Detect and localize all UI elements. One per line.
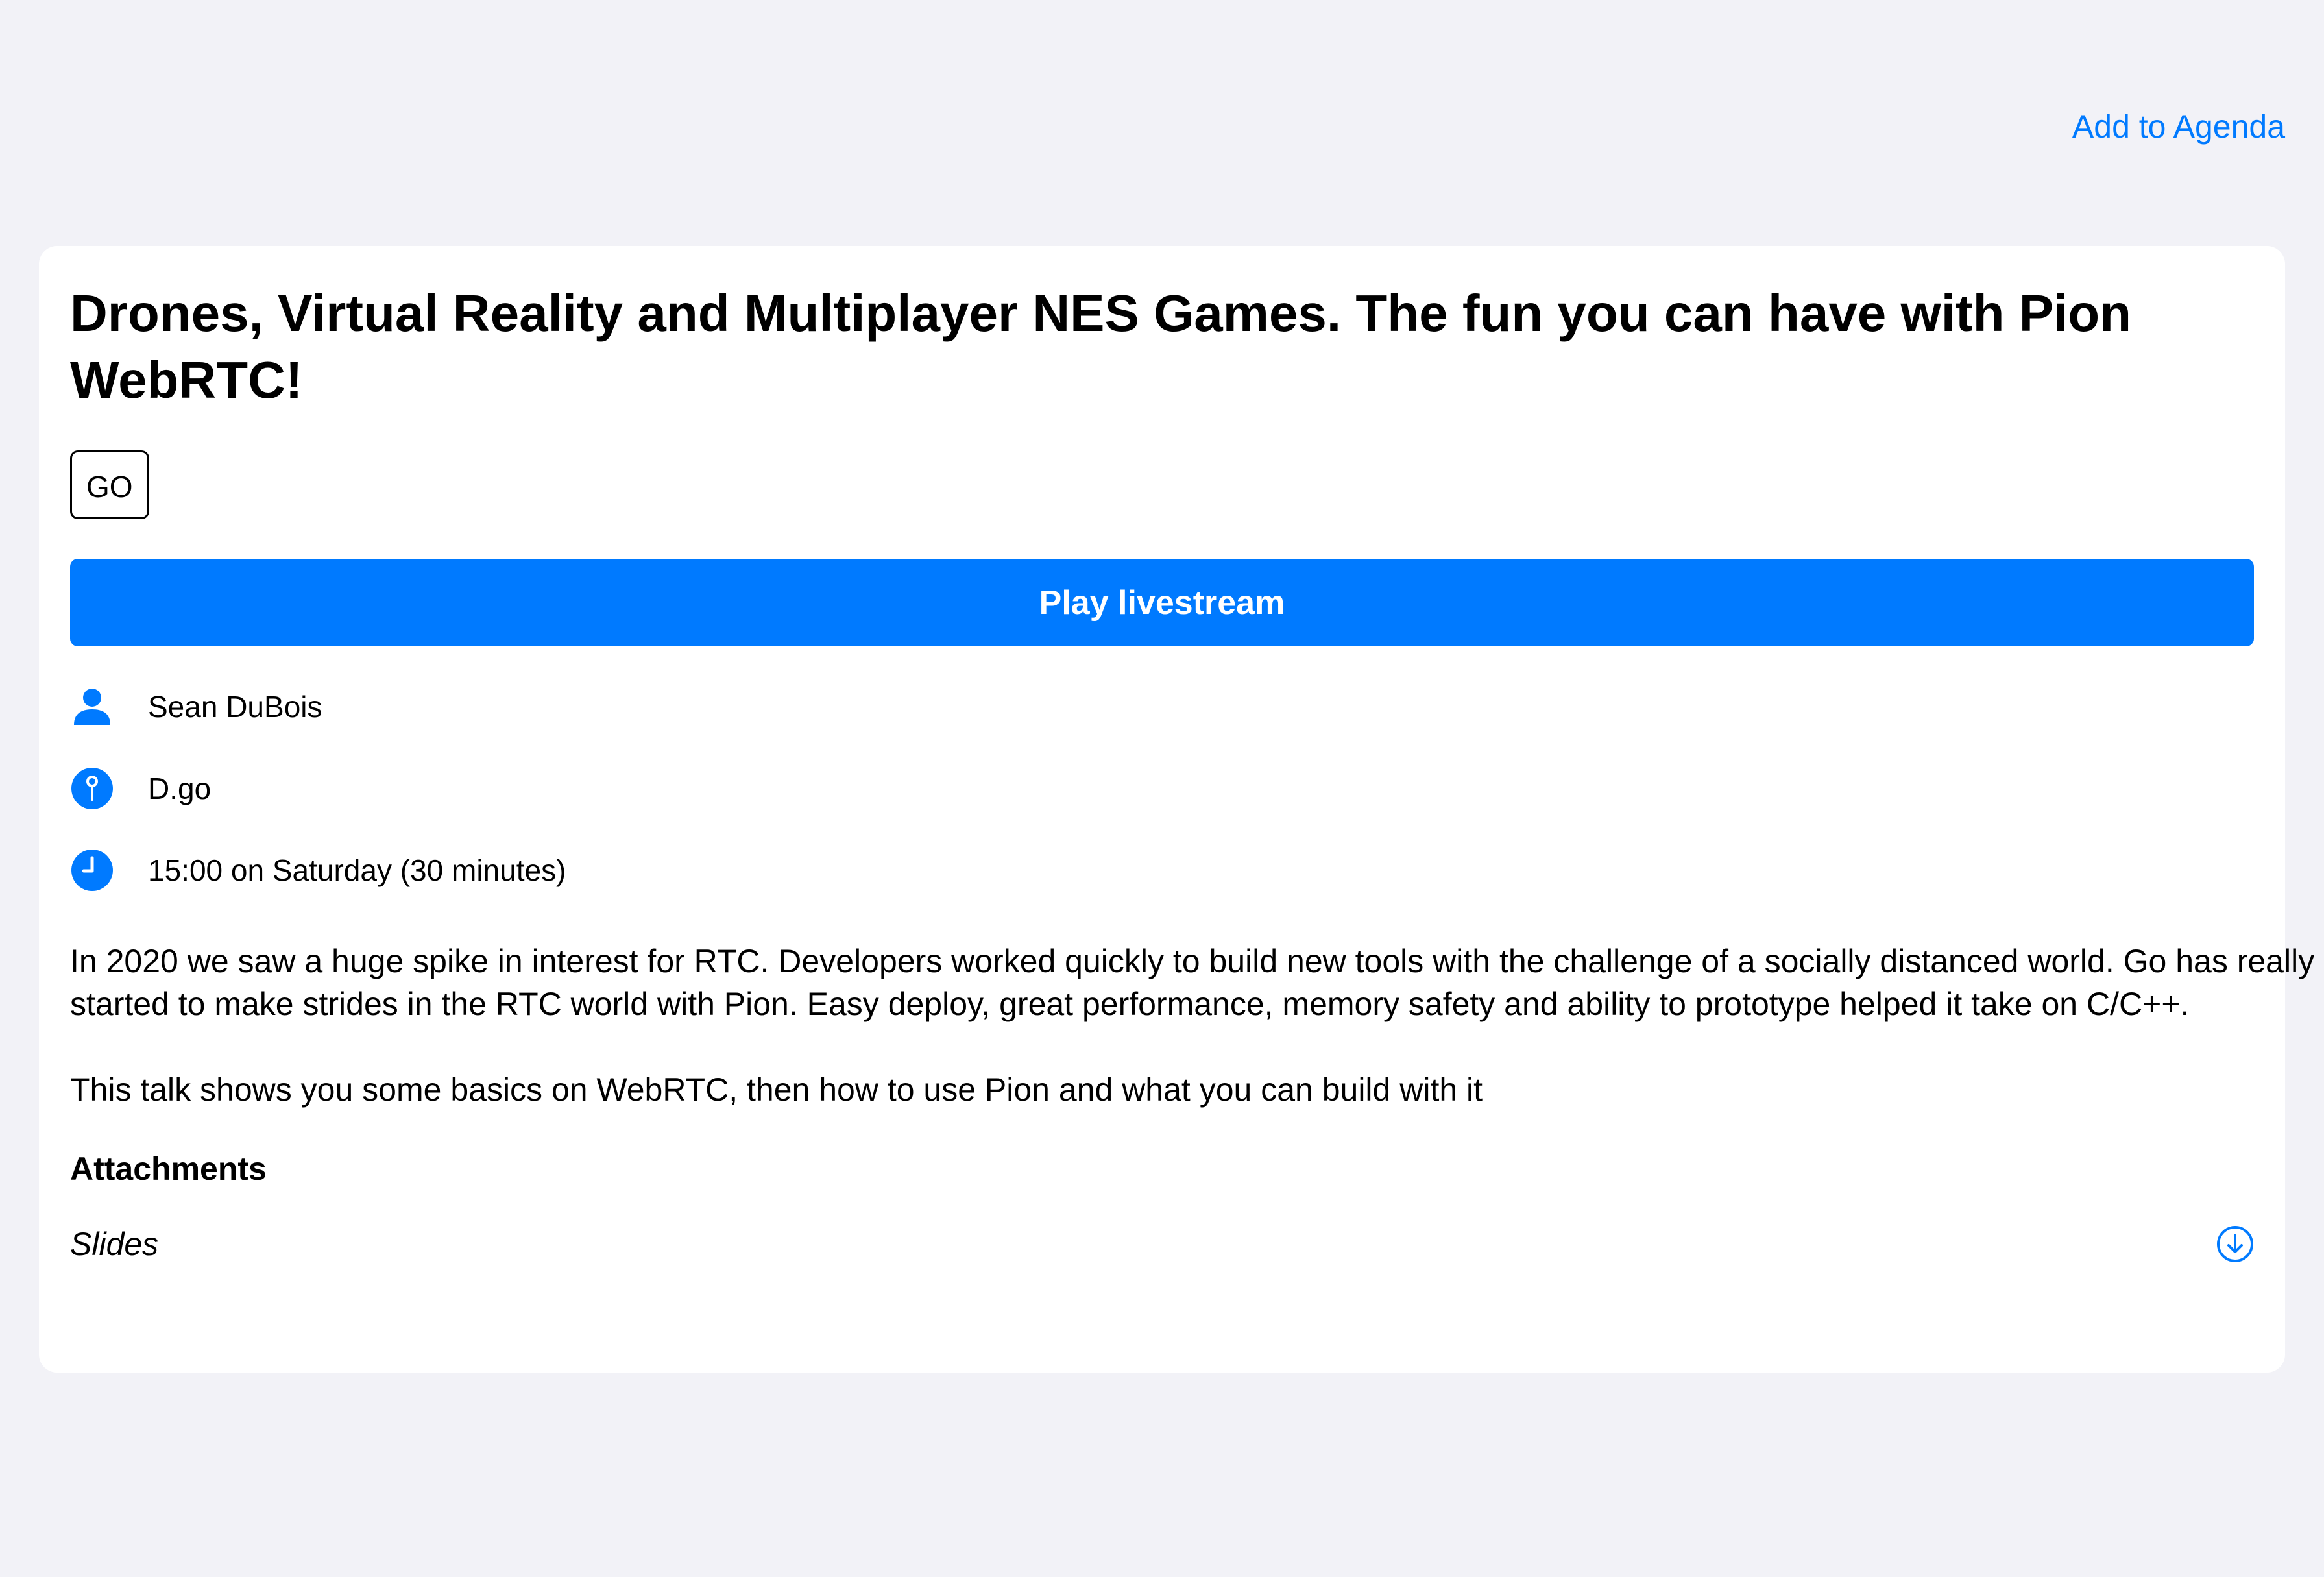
- add-to-agenda-button[interactable]: Add to Agenda: [2072, 110, 2285, 143]
- description-paragraph-1: In 2020 we saw a huge spike in interest …: [70, 943, 2315, 1022]
- talk-time: 15:00 on Saturday (30 minutes): [148, 853, 566, 887]
- description-paragraph-2: This talk shows you some basics on WebRT…: [70, 1071, 1483, 1108]
- attachments-heading: Attachments: [70, 1151, 267, 1187]
- clock-icon: [70, 848, 114, 892]
- attachment-slides[interactable]: Slides: [70, 1225, 2254, 1263]
- room-row: D.go: [70, 748, 2254, 829]
- speaker-name: Sean DuBois: [148, 690, 322, 724]
- speaker-row[interactable]: Sean DuBois: [70, 666, 2254, 748]
- time-row: 15:00 on Saturday (30 minutes): [70, 829, 2254, 911]
- download-icon[interactable]: [2216, 1225, 2254, 1263]
- talk-card: Drones, Virtual Reality and Multiplayer …: [39, 246, 2314, 1373]
- person-icon: [70, 685, 114, 729]
- track-tag: GO: [70, 450, 149, 519]
- play-livestream-button[interactable]: Play livestream: [70, 559, 2254, 646]
- room-name: D.go: [148, 772, 212, 805]
- attachment-name: Slides: [70, 1226, 159, 1262]
- talk-description: In 2020 we saw a huge spike in interest …: [70, 940, 2315, 1111]
- talk-meta: Sean DuBois D.go 15:00 on Saturday (30 m…: [70, 666, 2254, 911]
- location-pin-icon: [70, 766, 114, 811]
- talk-title: Drones, Virtual Reality and Multiplayer …: [70, 284, 2132, 409]
